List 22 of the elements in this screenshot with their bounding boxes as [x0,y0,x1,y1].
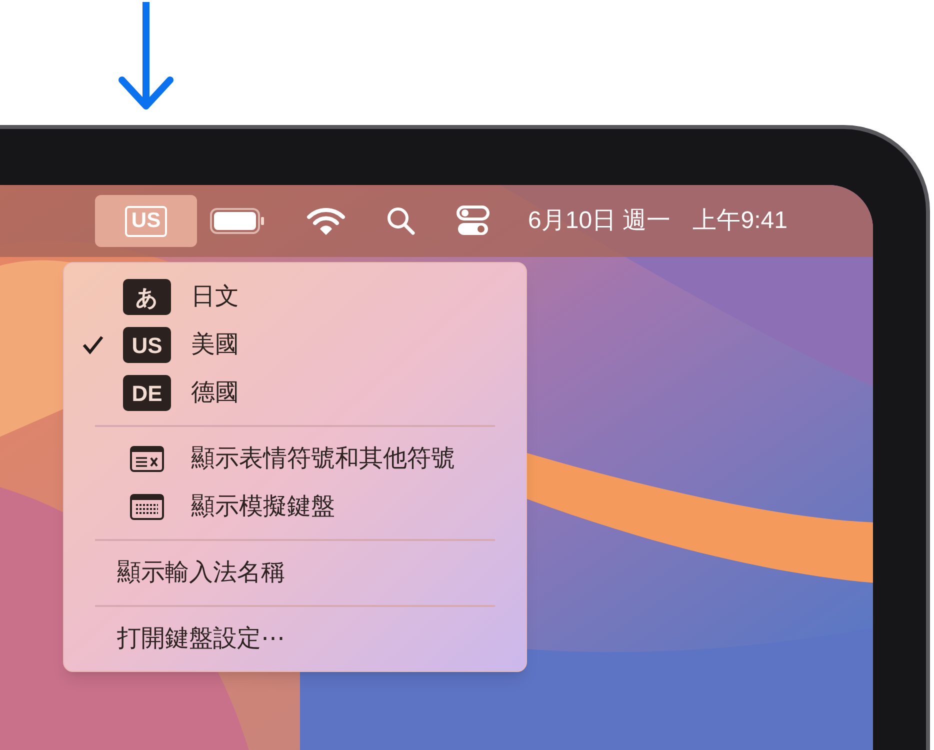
input-source-badge: US [123,327,171,363]
input-source-item[interactable]: US 美國 [64,321,526,369]
battery-icon[interactable] [210,208,266,234]
menu-item[interactable]: 打開鍵盤設定⋯ [64,615,526,663]
wifi-icon[interactable] [306,206,346,236]
menu-item-label: 美國 [191,330,239,360]
menu-item[interactable]: 顯示輸入法名稱 [64,549,526,597]
menu-item[interactable]: 顯示表情符號和其他符號 [64,435,526,483]
input-source-badge: あ [123,279,171,315]
menu-item-label: 日文 [191,282,239,312]
input-source-item[interactable]: あ 日文 [64,273,526,321]
menu-bar-date[interactable]: 6月10日 週一 [528,203,671,239]
menu-item[interactable]: 顯示模擬鍵盤 [64,483,526,531]
input-source-badge: DE [123,375,171,411]
search-icon[interactable] [386,206,416,236]
keyboard-window-icon [130,494,164,520]
menu-bar-time[interactable]: 上午9:41 [692,203,788,239]
input-source-item[interactable]: DE 德國 [64,369,526,417]
down-arrow-icon [118,2,174,112]
emoji-window-icon [130,446,164,472]
control-center-icon[interactable] [456,205,490,237]
menu-item-label: 德國 [191,378,239,408]
